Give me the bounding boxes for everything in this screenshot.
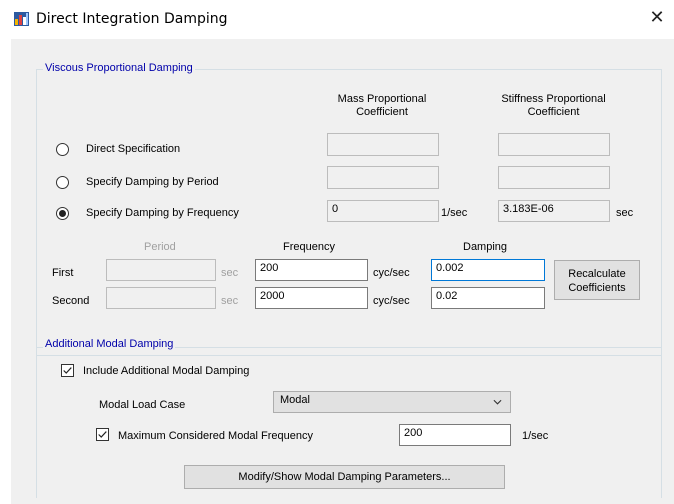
max-modal-frequency-unit: 1/sec (522, 430, 549, 442)
recalculate-label-line2: Coefficients (568, 282, 626, 294)
mass-header-line1: Mass Proportional (337, 93, 427, 105)
app-icon (14, 12, 29, 26)
stiffness-coeff-period-input[interactable] (498, 166, 610, 189)
radio-specify-by-period[interactable] (56, 176, 69, 189)
second-damping-input[interactable]: 0.02 (431, 287, 545, 309)
chevron-down-icon (493, 399, 502, 405)
stiffness-header-line2: Coefficient (527, 106, 580, 118)
direct-specification-label: Direct Specification (86, 143, 181, 155)
stiffness-coeff-value: 3.183E-06 (498, 200, 610, 222)
radio-direct-specification[interactable] (56, 143, 69, 156)
mass-header-line2: Coefficient (356, 106, 408, 118)
max-modal-frequency-input[interactable]: 200 (399, 424, 511, 446)
recalculate-label-line1: Recalculate (568, 268, 626, 280)
first-period-input[interactable] (106, 259, 216, 281)
close-button[interactable]: ✕ (645, 6, 669, 30)
specify-by-period-label: Specify Damping by Period (86, 176, 219, 188)
max-modal-frequency-label: Maximum Considered Modal Frequency (118, 430, 314, 442)
checkmark-icon (63, 367, 72, 374)
stiffness-coeff-direct-input[interactable] (498, 133, 610, 156)
second-row-label: Second (52, 295, 90, 307)
damping-column-header: Damping (463, 241, 508, 253)
mass-coeff-period-input[interactable] (327, 166, 439, 189)
recalculate-coefficients-button[interactable]: Recalculate Coefficients (554, 260, 640, 300)
mass-coeff-direct-input[interactable] (327, 133, 439, 156)
viscous-group-label: Viscous Proportional Damping (43, 62, 195, 74)
period-column-header: Period (144, 241, 176, 253)
include-modal-damping-label: Include Additional Modal Damping (83, 365, 250, 377)
specify-by-frequency-label: Specify Damping by Frequency (86, 207, 239, 219)
mass-coeff-unit: 1/sec (441, 207, 468, 219)
title-bar: Direct Integration Damping ✕ (0, 0, 674, 38)
first-row-label: First (52, 267, 74, 279)
include-modal-damping-checkbox[interactable] (61, 364, 74, 377)
first-period-unit: sec (221, 267, 239, 279)
second-frequency-unit: cyc/sec (373, 295, 410, 307)
mass-coeff-value: 0 (327, 200, 439, 222)
stiffness-header-line1: Stiffness Proportional (501, 93, 606, 105)
first-frequency-input[interactable]: 200 (255, 259, 368, 281)
modify-modal-damping-button[interactable]: Modify/Show Modal Damping Parameters... (184, 465, 505, 489)
first-damping-input[interactable]: 0.002 (431, 259, 545, 281)
radio-specify-by-frequency[interactable] (56, 207, 69, 220)
checkmark-icon (98, 431, 107, 438)
second-frequency-input[interactable]: 2000 (255, 287, 368, 309)
modal-load-case-select[interactable]: Modal (273, 391, 511, 413)
stiffness-coeff-unit: sec (616, 207, 634, 219)
frequency-column-header: Frequency (283, 241, 335, 253)
window-title: Direct Integration Damping (36, 11, 228, 27)
first-frequency-unit: cyc/sec (373, 267, 410, 279)
modal-group-label: Additional Modal Damping (43, 338, 176, 350)
second-period-unit: sec (221, 295, 239, 307)
max-modal-frequency-checkbox[interactable] (96, 428, 109, 441)
dialog-client: Viscous Proportional Damping Mass Propor… (11, 39, 674, 504)
close-icon: ✕ (649, 7, 665, 28)
modal-load-case-label: Modal Load Case (99, 399, 186, 411)
modal-load-case-value: Modal (280, 394, 310, 406)
second-period-input[interactable] (106, 287, 216, 309)
